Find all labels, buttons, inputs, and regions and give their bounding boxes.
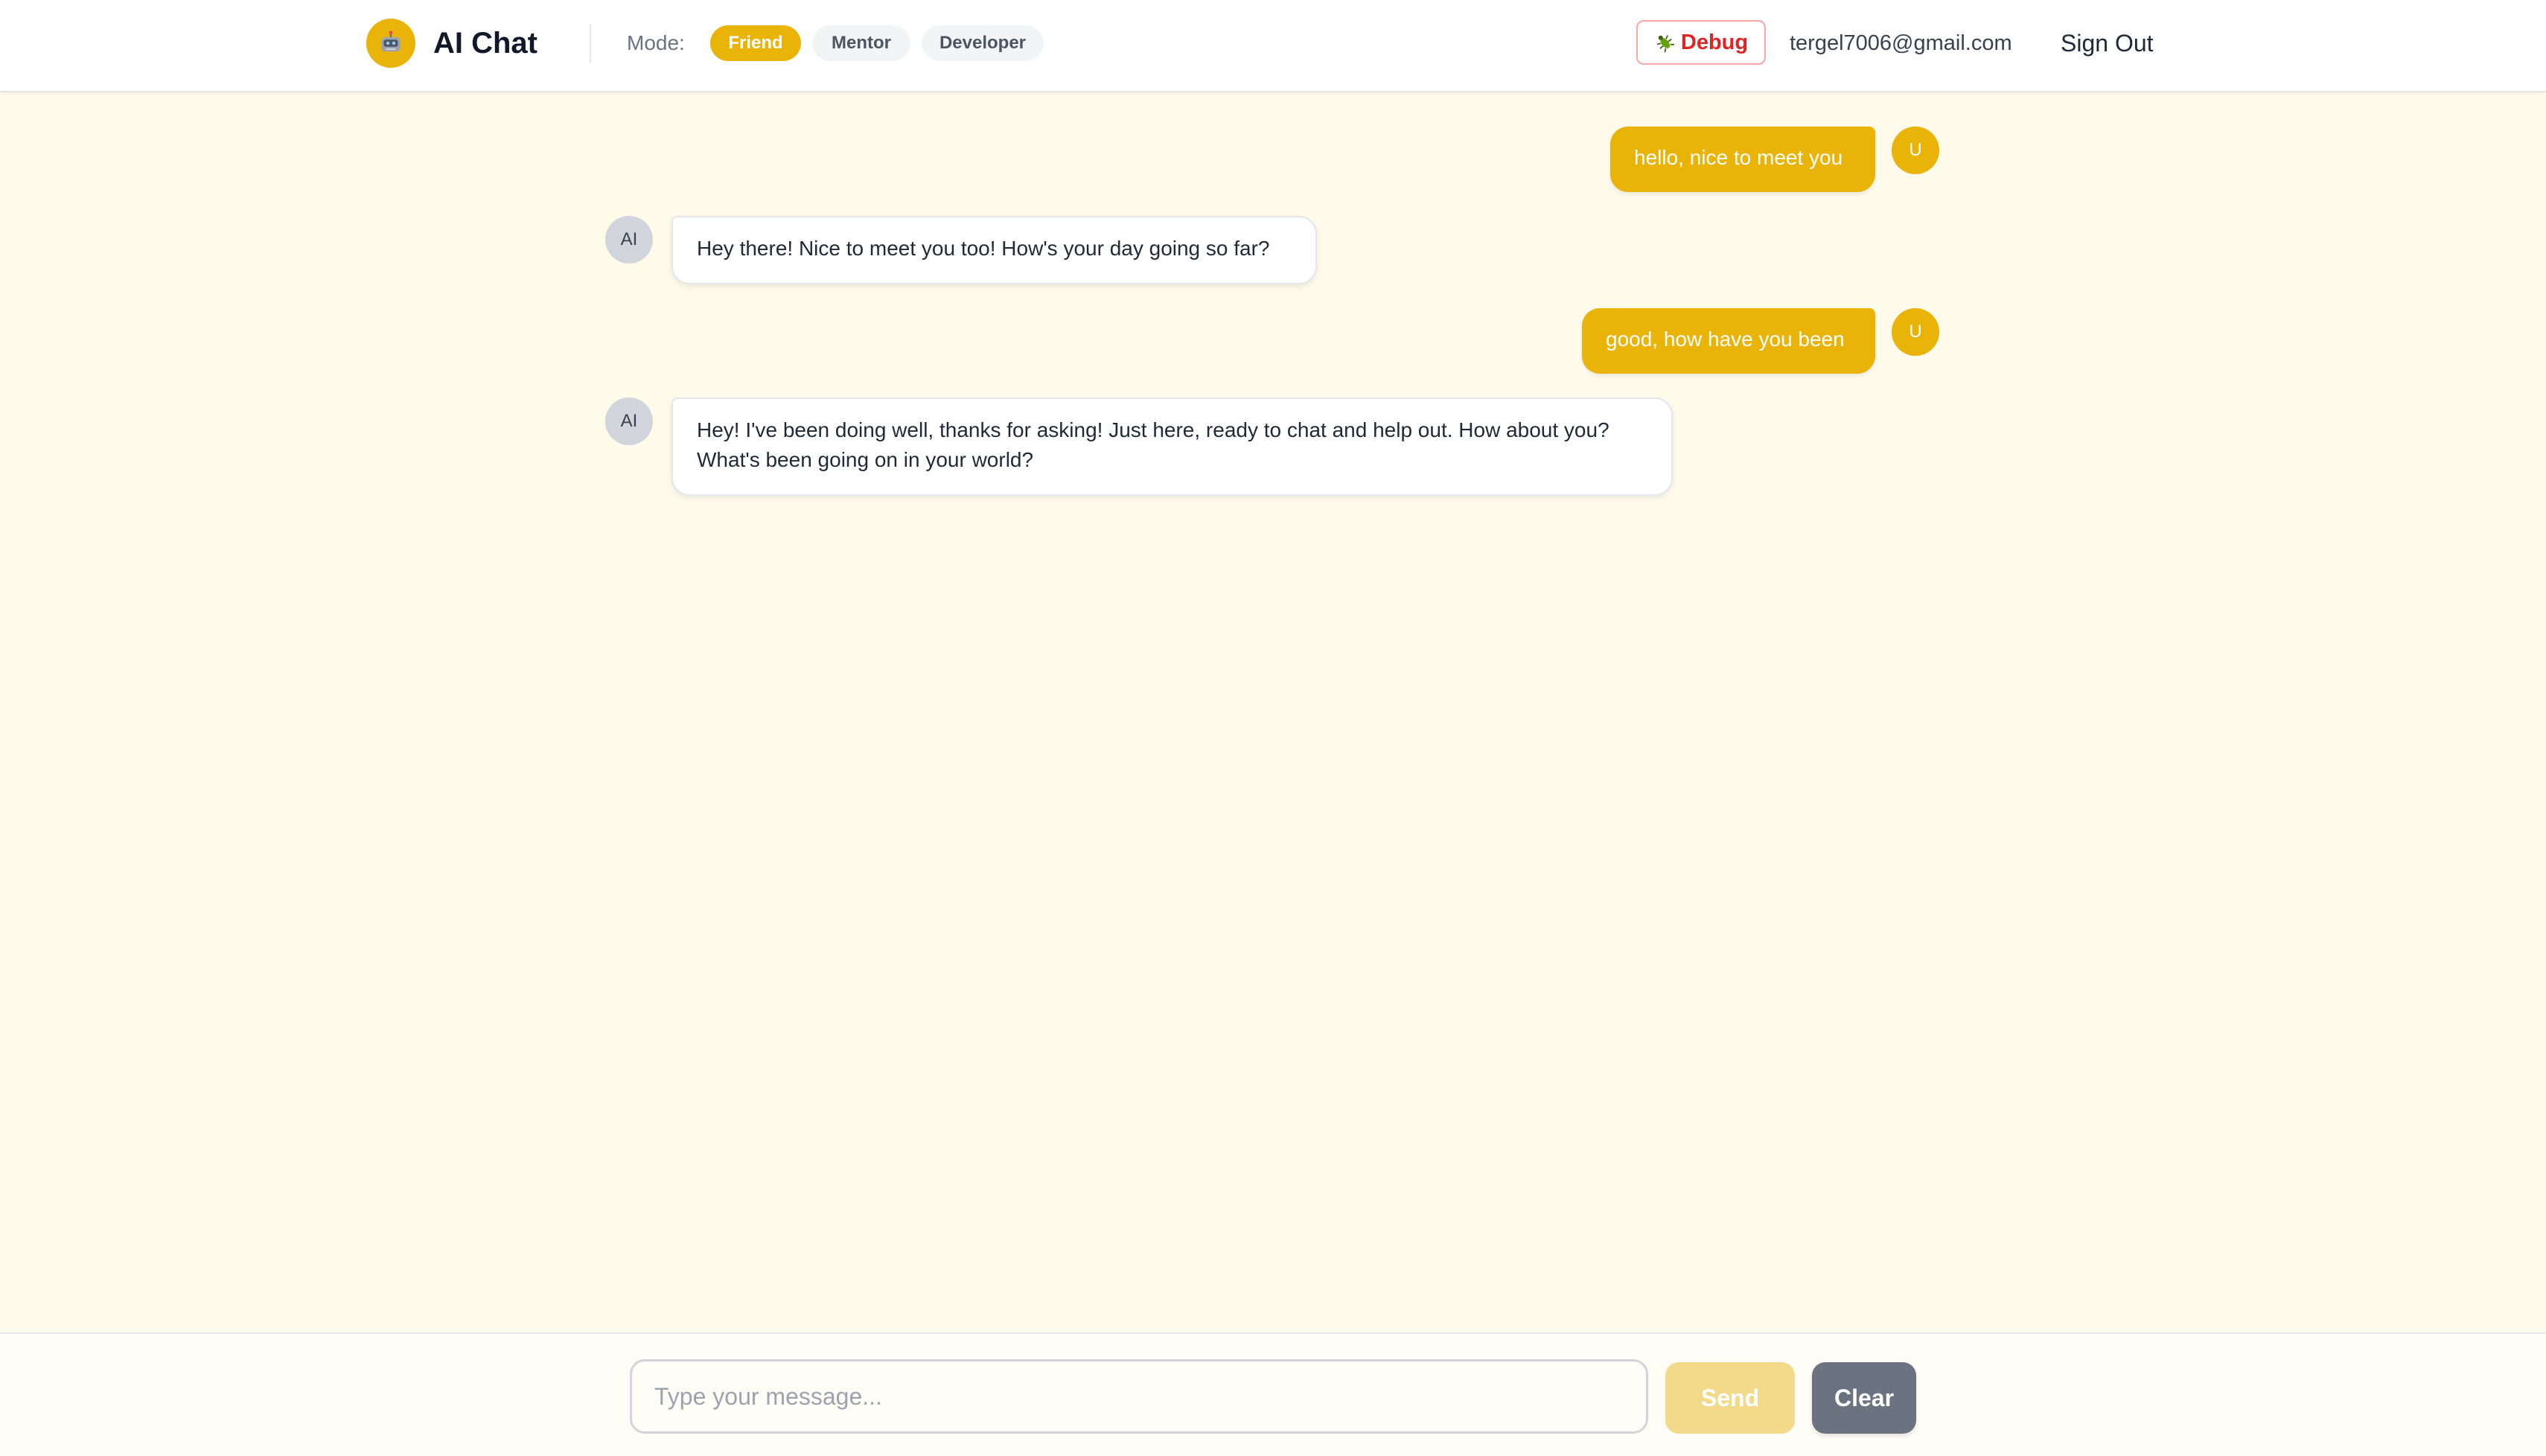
clear-button[interactable]: Clear <box>1812 1362 1916 1434</box>
debug-button[interactable]: Debug <box>1636 20 1766 65</box>
mode-friend-button[interactable]: Friend <box>710 25 801 61</box>
message-bubble: hello, nice to meet you <box>1610 127 1875 192</box>
user-email: tergel7006@gmail.com <box>1790 31 2012 55</box>
app-title: AI Chat <box>433 27 537 60</box>
sign-out-button[interactable]: Sign Out <box>2061 28 2154 58</box>
message-bubble: Hey there! Nice to meet you too! How's y… <box>671 216 1317 284</box>
top-nav-bar: AI Chat Mode: Friend Mentor Developer De… <box>0 0 2546 92</box>
mode-developer-button[interactable]: Developer <box>922 25 1044 61</box>
user-avatar: U <box>1892 127 1939 174</box>
robot-icon <box>381 31 401 52</box>
bug-icon <box>1656 35 1674 53</box>
message-input[interactable] <box>630 1359 1648 1434</box>
app-logo <box>366 19 415 68</box>
mode-mentor-button[interactable]: Mentor <box>812 25 910 61</box>
header-divider <box>590 24 591 63</box>
user-avatar: U <box>1892 308 1939 356</box>
send-button[interactable]: Send <box>1665 1362 1795 1434</box>
debug-label: Debug <box>1680 30 1749 54</box>
message-bubble: Hey! I've been doing well, thanks for as… <box>671 397 1673 496</box>
message-bubble: good, how have you been <box>1582 308 1875 374</box>
message-composer: Send Clear <box>0 1332 2546 1456</box>
ai-avatar: AI <box>605 397 653 445</box>
ai-avatar: AI <box>605 216 653 264</box>
mode-label: Mode: <box>627 31 685 54</box>
